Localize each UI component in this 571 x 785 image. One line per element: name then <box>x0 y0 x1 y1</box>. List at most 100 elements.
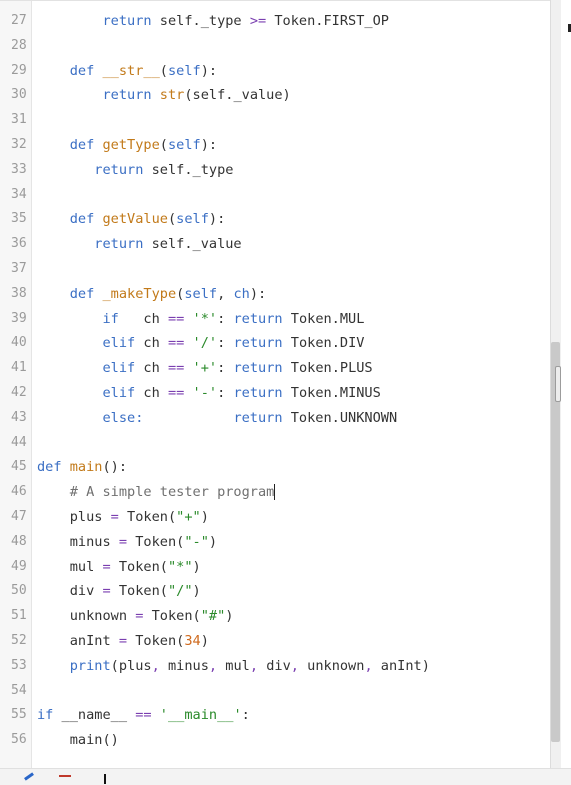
code-text[interactable]: mul = Token("*") <box>37 555 201 580</box>
line-number: 27 <box>11 13 27 28</box>
code-line[interactable]: 43 else: return Token.UNKNOWN <box>0 406 550 431</box>
code-editor[interactable]: 27 return self._type >= Token.FIRST_OP 28… <box>0 0 550 769</box>
code-line[interactable]: 45 def main(): <box>0 455 550 480</box>
code-line[interactable]: 40 elif ch == '/': return Token.DIV <box>0 331 550 356</box>
line-number: 33 <box>11 161 27 177</box>
code-line[interactable]: 55 if __name__ == '__main__': <box>0 703 550 728</box>
line-number: 50 <box>11 583 27 599</box>
code-text[interactable]: elif ch == '/': return Token.DIV <box>37 331 364 356</box>
code-token: ch <box>135 385 168 401</box>
code-token: , <box>151 657 160 674</box>
code-line[interactable]: 44 <box>0 431 550 456</box>
code-token: main() <box>37 732 119 749</box>
code-line[interactable]: 41 elif ch == '+': return Token.PLUS <box>0 356 550 381</box>
code-line[interactable]: 51 unknown = Token("#") <box>0 604 550 629</box>
text-cursor-icon[interactable] <box>104 774 106 784</box>
code-text[interactable]: if __name__ == '__main__': <box>37 703 250 728</box>
code-text[interactable]: unknown = Token("#") <box>37 604 234 629</box>
code-token: = <box>102 558 111 575</box>
code-token: # A simple tester program <box>69 484 275 501</box>
code-text[interactable]: div = Token("/") <box>37 579 201 604</box>
code-line[interactable]: 49 mul = Token("*") <box>0 555 550 580</box>
code-line[interactable]: 30 return str(self._value) <box>0 83 550 108</box>
code-token: , <box>290 657 299 674</box>
code-token: def <box>69 211 95 228</box>
code-token: def <box>69 62 95 79</box>
code-line[interactable]: 29 def __str__(self): <box>0 59 550 84</box>
code-line[interactable]: 54 <box>0 679 550 704</box>
code-text[interactable]: def __str__(self): <box>37 59 217 84</box>
code-line[interactable]: 37 <box>0 257 550 282</box>
line-number: 40 <box>11 335 27 351</box>
code-token: '+' <box>192 360 218 377</box>
code-token: ): <box>208 211 226 228</box>
code-line[interactable]: 53 print(plus, minus, mul, div, unknown,… <box>0 654 550 679</box>
code-text[interactable]: # A simple tester program <box>37 480 276 505</box>
code-token: : <box>217 335 234 352</box>
code-token: return <box>94 236 144 253</box>
code-line[interactable]: 31 <box>0 108 550 133</box>
code-text[interactable]: anInt = Token(34) <box>37 629 209 654</box>
code-token: = <box>102 583 111 600</box>
code-text[interactable]: minus = Token("-") <box>37 530 217 555</box>
code-token: , <box>249 657 259 674</box>
line-number: 48 <box>11 533 27 549</box>
code-text[interactable]: print(plus, minus, mul, div, unknown, an… <box>37 654 430 679</box>
code-text[interactable]: def getValue(self): <box>37 207 226 232</box>
code-text[interactable]: def _makeType(self, ch): <box>37 282 266 307</box>
line-number: 45 <box>11 459 27 475</box>
code-text[interactable]: def getType(self): <box>37 133 217 158</box>
code-line[interactable]: 42 elif ch == '-': return Token.MINUS <box>0 381 550 406</box>
code-token: ch <box>118 310 168 327</box>
line-number: 47 <box>11 509 27 524</box>
code-token: ) <box>200 633 209 649</box>
code-text[interactable]: def main(): <box>37 455 127 480</box>
code-text[interactable]: return self._type <box>37 158 233 183</box>
code-line[interactable]: 46 # A simple tester program <box>0 480 550 505</box>
code-text[interactable]: elif ch == '-': return Token.MINUS <box>37 381 380 406</box>
pencil-icon[interactable] <box>24 772 34 781</box>
code-text[interactable]: return self._type >= Token.FIRST_OP <box>37 9 388 34</box>
trash-icon[interactable] <box>59 775 71 783</box>
code-token: else: <box>102 409 144 426</box>
line-number: 55 <box>11 707 27 723</box>
code-line[interactable]: 48 minus = Token("-") <box>0 530 550 555</box>
code-line[interactable]: 50 div = Token("/") <box>0 579 550 604</box>
code-token: '-' <box>192 385 218 401</box>
code-line[interactable]: 47 plus = Token("+") <box>0 505 550 530</box>
code-text[interactable]: return self._value <box>37 232 241 257</box>
code-line[interactable]: 39 if ch == '*': return Token.MUL <box>0 307 550 332</box>
code-text[interactable]: main() <box>37 728 119 753</box>
code-line[interactable]: 36 return self._value <box>0 232 550 257</box>
code-line[interactable]: 32 def getType(self): <box>0 133 550 158</box>
code-text[interactable]: else: return Token.UNKNOWN <box>37 406 397 431</box>
code-line[interactable]: 27 return self._type >= Token.FIRST_OP <box>0 9 550 34</box>
code-token: ): <box>200 137 218 153</box>
code-text[interactable]: plus = Token("+") <box>37 505 209 530</box>
code-token: def <box>69 137 95 153</box>
vertical-scrollbar-thumb[interactable] <box>551 342 560 742</box>
code-line[interactable]: 38 def _makeType(self, ch): <box>0 282 550 307</box>
code-token: '/' <box>192 335 218 352</box>
code-text[interactable]: if ch == '*': return Token.MUL <box>37 307 364 332</box>
code-token: == <box>167 310 185 327</box>
code-text[interactable]: elif ch == '+': return Token.PLUS <box>37 356 372 381</box>
code-line[interactable]: 28 <box>0 34 550 59</box>
code-line[interactable]: 33 return self._type <box>0 158 550 183</box>
code-line[interactable]: 35 def getValue(self): <box>0 207 550 232</box>
code-line[interactable]: 34 <box>0 183 550 208</box>
code-token: ): <box>200 62 218 79</box>
code-token: ( <box>159 137 168 153</box>
code-token: return <box>233 310 283 327</box>
code-token: div <box>37 583 103 600</box>
line-number: 54 <box>11 682 27 698</box>
code-text[interactable]: return str(self._value) <box>37 83 290 108</box>
code-line[interactable]: 56 main() <box>0 728 550 753</box>
code-line[interactable]: 52 anInt = Token(34) <box>0 629 550 654</box>
code-token: ch <box>135 335 168 352</box>
